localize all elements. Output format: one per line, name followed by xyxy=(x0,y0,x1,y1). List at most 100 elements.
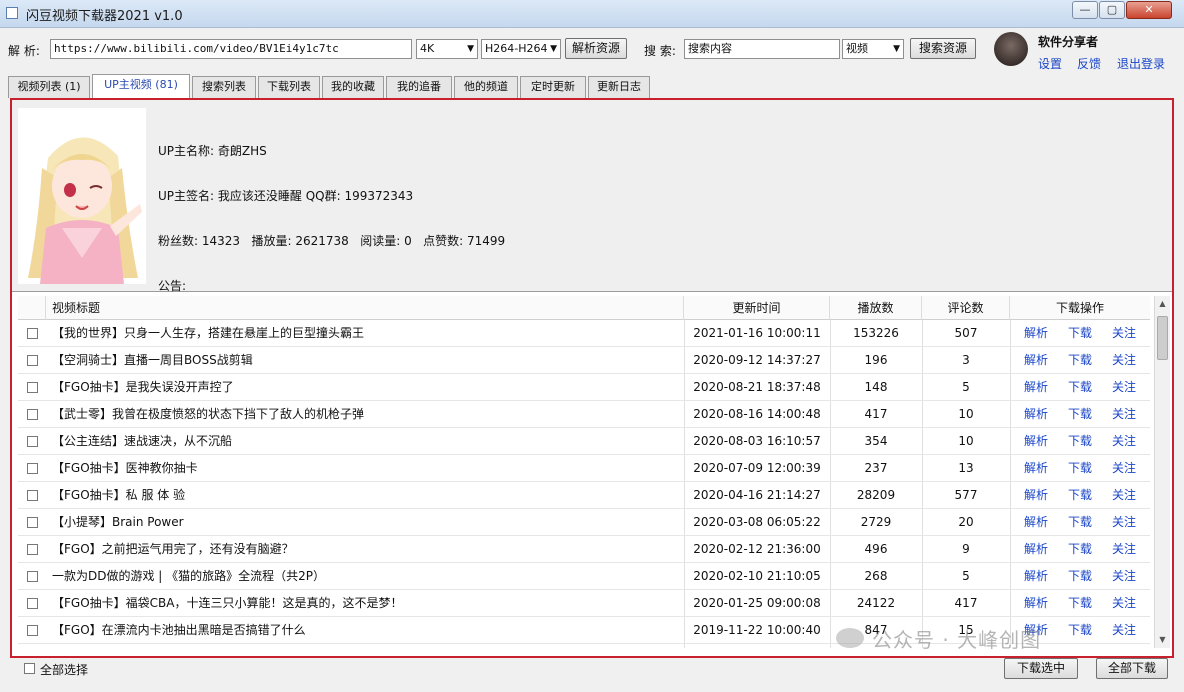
update-time: 2020-01-25 09:00:08 xyxy=(693,596,821,610)
row-checkbox[interactable] xyxy=(27,355,38,366)
follow-link[interactable]: 关注 xyxy=(1112,482,1136,509)
follow-link[interactable]: 关注 xyxy=(1112,374,1136,401)
table-row[interactable]: 【FGO抽卡】福袋CBA，十连三只小算能！这是真的，这不是梦！ 2020-01-2… xyxy=(18,590,1150,617)
row-checkbox[interactable] xyxy=(27,625,38,636)
download-link[interactable]: 下载 xyxy=(1068,509,1092,536)
search-input[interactable]: 搜索内容 xyxy=(684,39,840,59)
scroll-thumb[interactable] xyxy=(1157,316,1168,360)
settings-link[interactable]: 设置 xyxy=(1038,55,1062,72)
url-input[interactable]: https://www.bilibili.com/video/BV1Ei4y1c… xyxy=(50,39,412,59)
tab-video-list[interactable]: 视频列表 (1) xyxy=(8,76,90,98)
parse-button[interactable]: 解析资源 xyxy=(565,38,627,59)
search-button[interactable]: 搜索资源 xyxy=(910,38,976,59)
parse-link[interactable]: 解析 xyxy=(1024,536,1048,563)
parse-link[interactable]: 解析 xyxy=(1024,509,1048,536)
video-title: 一款为DD做的游戏 | 《猫的旅路》全流程（共2P） xyxy=(52,569,326,583)
scroll-up-icon[interactable]: ▲ xyxy=(1155,296,1170,312)
download-link[interactable]: 下载 xyxy=(1068,482,1092,509)
follow-link[interactable]: 关注 xyxy=(1112,617,1136,644)
row-checkbox[interactable] xyxy=(27,328,38,339)
avatar[interactable] xyxy=(994,32,1028,66)
table-row[interactable]: 【FGO抽卡】医神教你抽卡 2020-07-09 12:00:39 237 13 解析下… xyxy=(18,455,1150,482)
follow-link[interactable]: 关注 xyxy=(1112,509,1136,536)
update-time: 2021-01-16 10:00:11 xyxy=(693,326,821,340)
tab-search-list[interactable]: 搜索列表 xyxy=(192,76,256,98)
header-plays[interactable]: 播放数 xyxy=(830,296,922,320)
comment-count: 507 xyxy=(954,326,978,340)
follow-link[interactable]: 关注 xyxy=(1112,563,1136,590)
row-checkbox[interactable] xyxy=(27,598,38,609)
table-row[interactable]: 【空洞骑士】直播一周目BOSS战剪辑 2020-09-12 14:37:27 196… xyxy=(18,347,1150,374)
maximize-button[interactable]: ▢ xyxy=(1099,1,1125,19)
parse-link[interactable]: 解析 xyxy=(1024,401,1048,428)
download-link[interactable]: 下载 xyxy=(1068,590,1092,617)
follow-link[interactable]: 关注 xyxy=(1112,536,1136,563)
table-row[interactable]: 【公主连结】速战速决，从不沉船 2020-08-03 16:10:57 354 10 解… xyxy=(18,428,1150,455)
close-button[interactable]: ✕ xyxy=(1126,1,1172,19)
table-row[interactable]: 【武士零】我曾在极度愤怒的状态下挡下了敌人的机枪子弹 2020-08-16 14:… xyxy=(18,401,1150,428)
tab-favorites[interactable]: 我的收藏 xyxy=(322,76,384,98)
codec-select[interactable]: H264-H264 ▼ xyxy=(481,39,561,59)
tab-changelog[interactable]: 更新日志 xyxy=(588,76,650,98)
parse-link[interactable]: 解析 xyxy=(1024,347,1048,374)
download-link[interactable]: 下载 xyxy=(1068,428,1092,455)
tab-up-videos[interactable]: UP主视频 (81) xyxy=(92,74,190,99)
download-link[interactable]: 下载 xyxy=(1068,401,1092,428)
download-link[interactable]: 下载 xyxy=(1068,347,1092,374)
download-link[interactable]: 下载 xyxy=(1068,320,1092,347)
row-checkbox[interactable] xyxy=(27,571,38,582)
table-row[interactable]: 【我的世界】只身一人生存，搭建在悬崖上的巨型撞头霸王 2021-01-16 10:… xyxy=(18,320,1150,347)
download-link[interactable]: 下载 xyxy=(1068,563,1092,590)
header-title[interactable]: 视频标题 xyxy=(46,296,684,320)
select-all-checkbox[interactable] xyxy=(24,663,35,674)
video-title: 【FGO抽卡】私 服 体 验 xyxy=(52,488,186,502)
logout-link[interactable]: 退出登录 xyxy=(1117,55,1165,72)
header-time[interactable]: 更新时间 xyxy=(684,296,830,320)
tab-scheduled-update[interactable]: 定时更新 xyxy=(520,76,586,98)
tab-following-anime[interactable]: 我的追番 xyxy=(386,76,452,98)
row-checkbox[interactable] xyxy=(27,463,38,474)
play-count: 496 xyxy=(864,542,888,556)
table-row[interactable]: 【小提琴】Brain Power 2020-03-08 06:05:22 2729 2… xyxy=(18,509,1150,536)
download-link[interactable]: 下载 xyxy=(1068,455,1092,482)
follow-link[interactable]: 关注 xyxy=(1112,455,1136,482)
feedback-link[interactable]: 反馈 xyxy=(1077,55,1101,72)
search-type-select[interactable]: 视频 ▼ xyxy=(842,39,904,59)
parse-link[interactable]: 解析 xyxy=(1024,428,1048,455)
download-link[interactable]: 下载 xyxy=(1068,536,1092,563)
quality-select[interactable]: 4K ▼ xyxy=(416,39,478,59)
row-checkbox[interactable] xyxy=(27,436,38,447)
follow-link[interactable]: 关注 xyxy=(1112,590,1136,617)
row-checkbox[interactable] xyxy=(27,517,38,528)
download-selected-button[interactable]: 下载选中 xyxy=(1004,658,1078,679)
follow-link[interactable]: 关注 xyxy=(1112,320,1136,347)
table-row[interactable]: 一款为DD做的游戏 | 《猫的旅路》全流程（共2P） 2020-02-10 21:… xyxy=(18,563,1150,590)
row-checkbox[interactable] xyxy=(27,382,38,393)
parse-link[interactable]: 解析 xyxy=(1024,374,1048,401)
download-all-button[interactable]: 全部下载 xyxy=(1096,658,1168,679)
parse-link[interactable]: 解析 xyxy=(1024,563,1048,590)
follow-link[interactable]: 关注 xyxy=(1112,347,1136,374)
tab-his-channel[interactable]: 他的频道 xyxy=(454,76,518,98)
row-checkbox[interactable] xyxy=(27,544,38,555)
table-row[interactable]: 【FGO】之前把运气用完了，还有没有脑避？ 2020-02-12 21:36:00… xyxy=(18,536,1150,563)
header-comments[interactable]: 评论数 xyxy=(922,296,1010,320)
header-actions: 下载操作 xyxy=(1055,301,1104,315)
table-row[interactable]: 【FGO抽卡】私 服 体 验 2020-04-16 21:14:27 28209 57… xyxy=(18,482,1150,509)
scroll-down-icon[interactable]: ▼ xyxy=(1155,632,1170,648)
parse-link[interactable]: 解析 xyxy=(1024,482,1048,509)
row-checkbox[interactable] xyxy=(27,409,38,420)
parse-link[interactable]: 解析 xyxy=(1024,320,1048,347)
parse-link[interactable]: 解析 xyxy=(1024,455,1048,482)
download-link[interactable]: 下载 xyxy=(1068,617,1092,644)
parse-link[interactable]: 解析 xyxy=(1024,590,1048,617)
tab-download-list[interactable]: 下载列表 xyxy=(258,76,320,98)
follow-link[interactable]: 关注 xyxy=(1112,428,1136,455)
row-checkbox[interactable] xyxy=(27,490,38,501)
minimize-button[interactable]: — xyxy=(1072,1,1098,19)
table-row[interactable]: 【FGO抽卡】是我失误没开声控了 2020-08-21 18:37:48 148 5 解… xyxy=(18,374,1150,401)
download-link[interactable]: 下载 xyxy=(1068,374,1092,401)
follow-link[interactable]: 关注 xyxy=(1112,401,1136,428)
play-count: 196 xyxy=(864,353,888,367)
table-scrollbar[interactable]: ▲ ▼ xyxy=(1154,296,1170,648)
